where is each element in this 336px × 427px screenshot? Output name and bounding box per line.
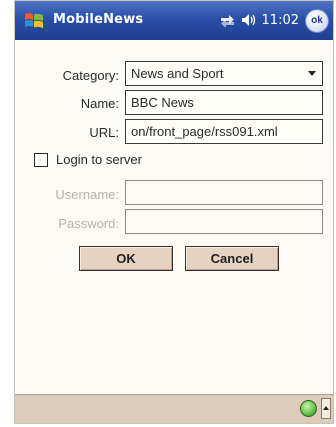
input-panel-icon[interactable] (300, 400, 317, 417)
menu-bar (15, 394, 333, 423)
url-label: URL: (89, 125, 119, 140)
name-field[interactable]: BBC News (125, 90, 323, 115)
url-field[interactable]: on/front_page/rss091.xml (125, 119, 323, 144)
dropdown-arrow-icon (308, 71, 316, 76)
password-field[interactable] (125, 209, 323, 234)
app-title: MobileNews (53, 12, 144, 27)
connectivity-icon[interactable] (220, 13, 235, 27)
ok-button[interactable]: OK (79, 246, 173, 271)
category-dropdown[interactable]: News and Sport (125, 61, 323, 86)
category-value: News and Sport (131, 66, 224, 81)
cancel-button[interactable]: Cancel (185, 246, 279, 271)
windows-start-icon[interactable] (23, 10, 45, 32)
ok-close-button[interactable]: ok (305, 9, 329, 33)
device-screen: MobileNews 11:02 ok Category: News and S… (14, 0, 334, 424)
speaker-icon[interactable] (241, 13, 256, 27)
title-bar: MobileNews 11:02 ok (15, 1, 333, 40)
chevron-up-icon[interactable] (321, 398, 331, 419)
username-label: Username: (55, 187, 119, 202)
clock-time[interactable]: 11:02 (262, 13, 299, 28)
status-area: 11:02 (220, 12, 299, 28)
login-checkbox[interactable] (34, 153, 48, 167)
password-label: Password: (58, 216, 119, 231)
category-label: Category: (62, 68, 119, 83)
username-field[interactable] (125, 180, 323, 205)
name-label: Name: (80, 96, 119, 111)
login-checkbox-label[interactable]: Login to server (56, 152, 142, 167)
